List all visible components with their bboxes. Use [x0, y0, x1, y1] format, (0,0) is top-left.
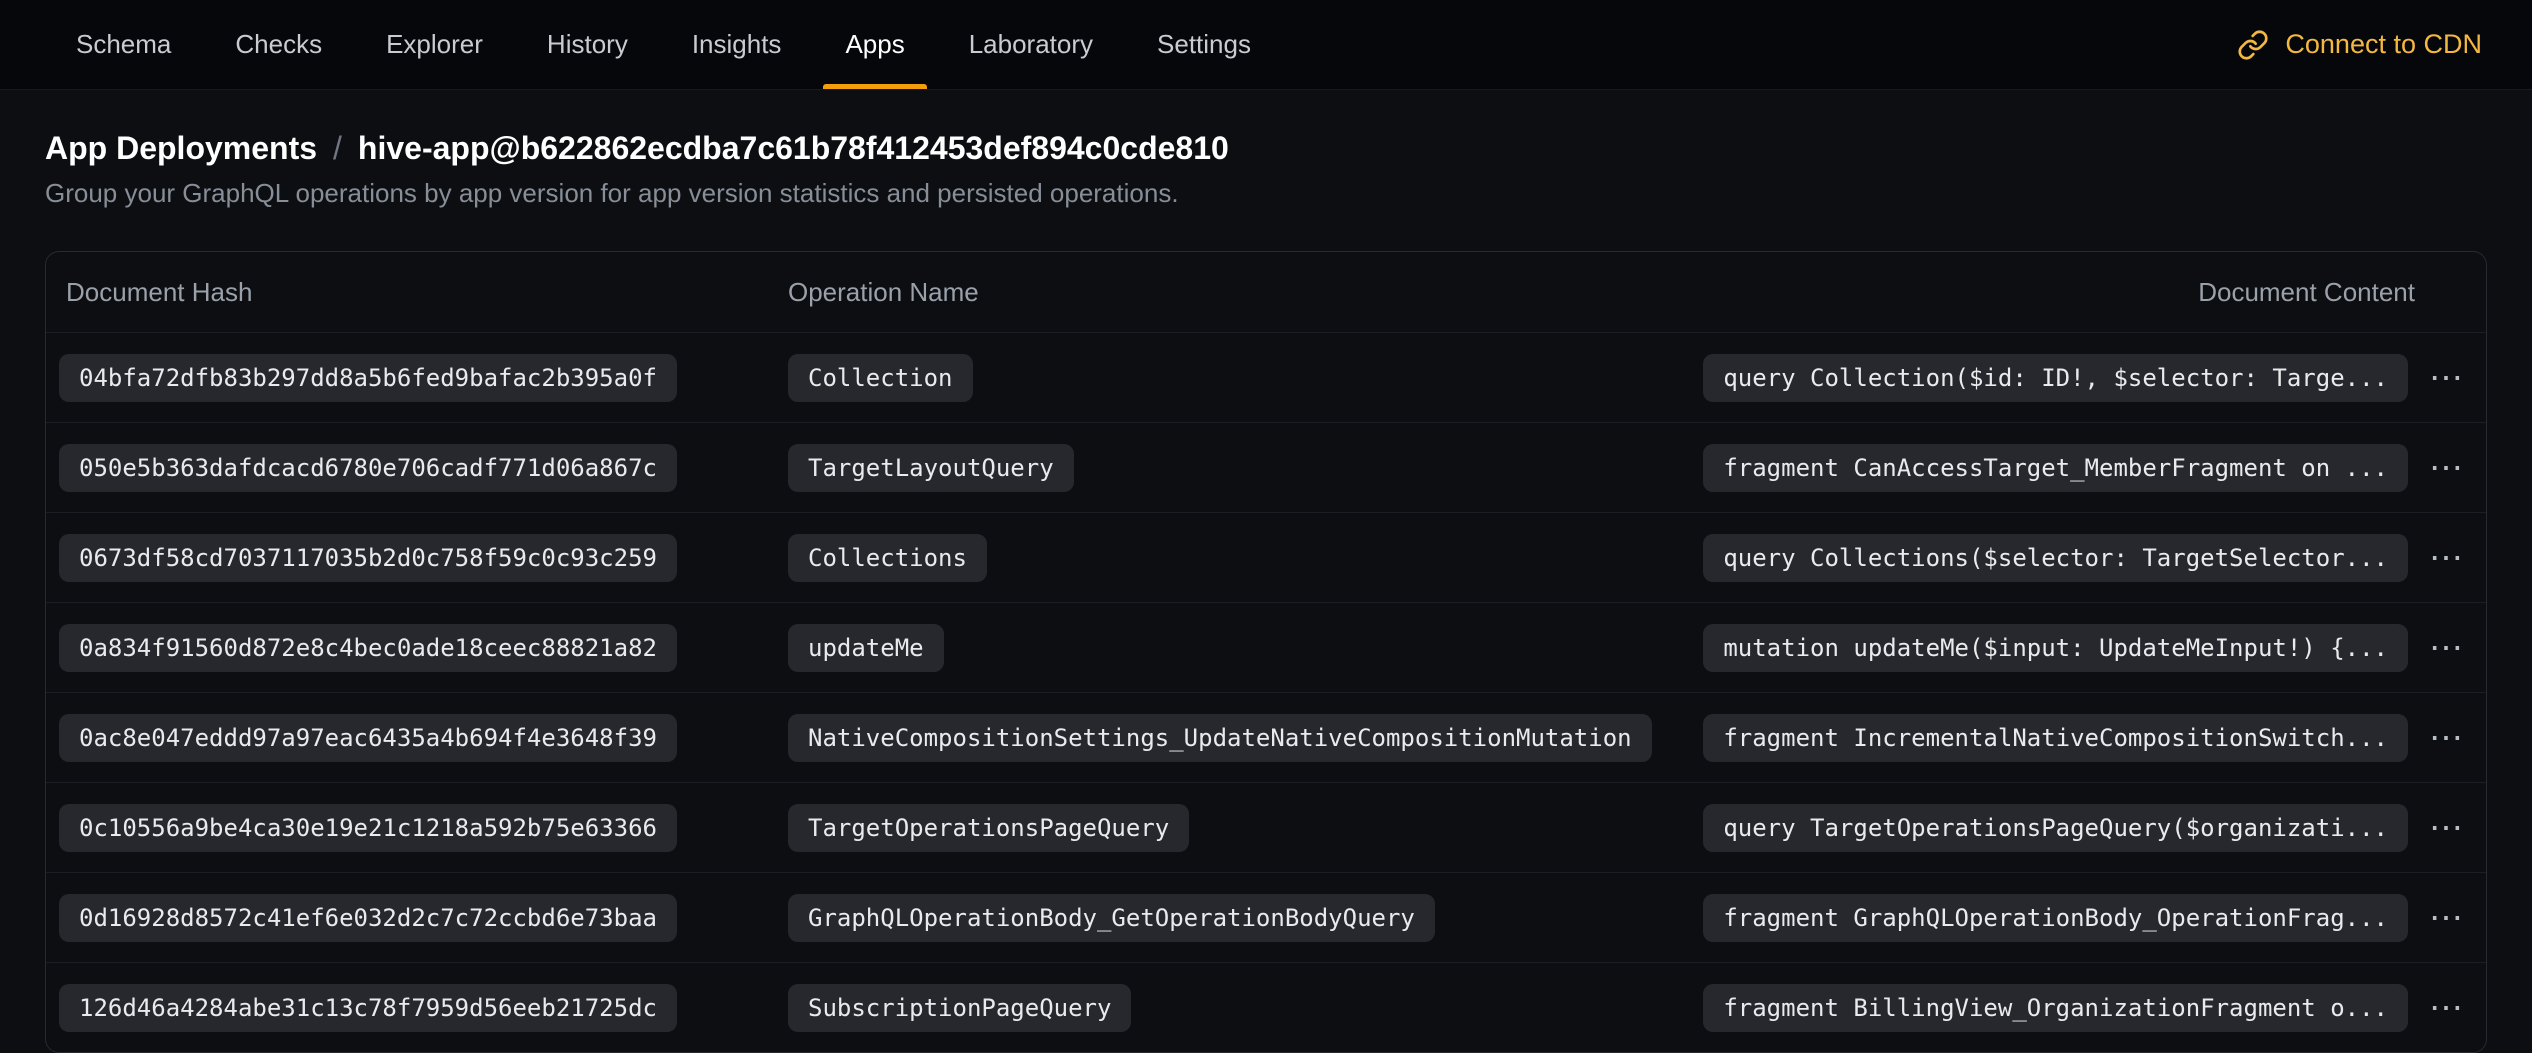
- row-menu-button[interactable]: ⋯: [2422, 984, 2470, 1032]
- table-row: 0d16928d8572c41ef6e032d2c7c72ccbd6e73baa…: [46, 872, 2486, 962]
- document-hash: 050e5b363dafdcacd6780e706cadf771d06a867c: [59, 444, 677, 492]
- operation-name: GraphQLOperationBody_GetOperationBodyQue…: [788, 894, 1435, 942]
- table-row: 0ac8e047eddd97a97eac6435a4b694f4e3648f39…: [46, 692, 2486, 782]
- document-content: fragment GraphQLOperationBody_OperationF…: [1703, 894, 2408, 942]
- document-content: query TargetOperationsPageQuery($organiz…: [1703, 804, 2408, 852]
- document-content: fragment CanAccessTarget_MemberFragment …: [1703, 444, 2408, 492]
- table-row: 0a834f91560d872e8c4bec0ade18ceec88821a82…: [46, 602, 2486, 692]
- operation-name: updateMe: [788, 624, 944, 672]
- document-content: mutation updateMe($input: UpdateMeInput!…: [1703, 624, 2408, 672]
- breadcrumb: App Deployments / hive-app@b622862ecdba7…: [45, 128, 2487, 168]
- column-header-document-hash: Document Hash: [66, 277, 788, 308]
- operation-name: Collection: [788, 354, 973, 402]
- document-hash: 126d46a4284abe31c13c78f7959d56eeb21725dc: [59, 984, 677, 1032]
- row-menu-button[interactable]: ⋯: [2422, 354, 2470, 402]
- connect-to-cdn-button[interactable]: Connect to CDN: [2231, 0, 2488, 89]
- document-hash: 0673df58cd7037117035b2d0c758f59c0c93c259: [59, 534, 677, 582]
- document-hash: 04bfa72dfb83b297dd8a5b6fed9bafac2b395a0f: [59, 354, 677, 402]
- connect-to-cdn-label: Connect to CDN: [2285, 29, 2482, 60]
- document-hash: 0d16928d8572c41ef6e032d2c7c72ccbd6e73baa: [59, 894, 677, 942]
- row-menu-button[interactable]: ⋯: [2422, 804, 2470, 852]
- document-content: query Collections($selector: TargetSelec…: [1703, 534, 2408, 582]
- row-menu-button[interactable]: ⋯: [2422, 444, 2470, 492]
- nav-item-explorer[interactable]: Explorer: [360, 0, 509, 89]
- nav-item-schema[interactable]: Schema: [50, 0, 197, 89]
- nav-item-history[interactable]: History: [521, 0, 654, 89]
- operation-name: TargetLayoutQuery: [788, 444, 1074, 492]
- operation-name: NativeCompositionSettings_UpdateNativeCo…: [788, 714, 1652, 762]
- operation-name: TargetOperationsPageQuery: [788, 804, 1189, 852]
- operation-name: SubscriptionPageQuery: [788, 984, 1131, 1032]
- nav-item-laboratory[interactable]: Laboratory: [943, 0, 1119, 89]
- document-content: query Collection($id: ID!, $selector: Ta…: [1703, 354, 2408, 402]
- breadcrumb-section[interactable]: App Deployments: [45, 128, 317, 168]
- link-icon: [2237, 29, 2269, 61]
- document-hash: 0c10556a9be4ca30e19e21c1218a592b75e63366: [59, 804, 677, 852]
- table-row: 0673df58cd7037117035b2d0c758f59c0c93c259…: [46, 512, 2486, 602]
- table-row: 126d46a4284abe31c13c78f7959d56eeb21725dc…: [46, 962, 2486, 1052]
- app-deployment-page: App Deployments / hive-app@b622862ecdba7…: [0, 90, 2532, 1053]
- nav-item-apps[interactable]: Apps: [819, 0, 930, 89]
- table-row: 050e5b363dafdcacd6780e706cadf771d06a867c…: [46, 422, 2486, 512]
- table-row: 04bfa72dfb83b297dd8a5b6fed9bafac2b395a0f…: [46, 332, 2486, 422]
- row-menu-button[interactable]: ⋯: [2422, 714, 2470, 762]
- row-menu-button[interactable]: ⋯: [2422, 534, 2470, 582]
- nav-item-settings[interactable]: Settings: [1131, 0, 1277, 89]
- operation-name: Collections: [788, 534, 987, 582]
- page-subtitle: Group your GraphQL operations by app ver…: [45, 178, 2487, 209]
- document-content: fragment BillingView_OrganizationFragmen…: [1703, 984, 2408, 1032]
- nav-item-checks[interactable]: Checks: [209, 0, 348, 89]
- document-content: fragment IncrementalNativeCompositionSwi…: [1703, 714, 2408, 762]
- deployments-table: Document Hash Operation Name Document Co…: [45, 251, 2487, 1053]
- table-header: Document Hash Operation Name Document Co…: [46, 252, 2486, 332]
- column-header-document-content: Document Content: [2198, 277, 2415, 308]
- row-menu-button[interactable]: ⋯: [2422, 624, 2470, 672]
- row-menu-button[interactable]: ⋯: [2422, 894, 2470, 942]
- top-nav: Schema Checks Explorer History Insights …: [0, 0, 2532, 90]
- column-header-operation-name: Operation Name: [788, 277, 2198, 308]
- breadcrumb-separator: /: [333, 128, 342, 168]
- document-hash: 0a834f91560d872e8c4bec0ade18ceec88821a82: [59, 624, 677, 672]
- table-row: 0c10556a9be4ca30e19e21c1218a592b75e63366…: [46, 782, 2486, 872]
- nav-item-insights[interactable]: Insights: [666, 0, 808, 89]
- breadcrumb-app-id: hive-app@b622862ecdba7c61b78f412453def89…: [358, 128, 1229, 168]
- document-hash: 0ac8e047eddd97a97eac6435a4b694f4e3648f39: [59, 714, 677, 762]
